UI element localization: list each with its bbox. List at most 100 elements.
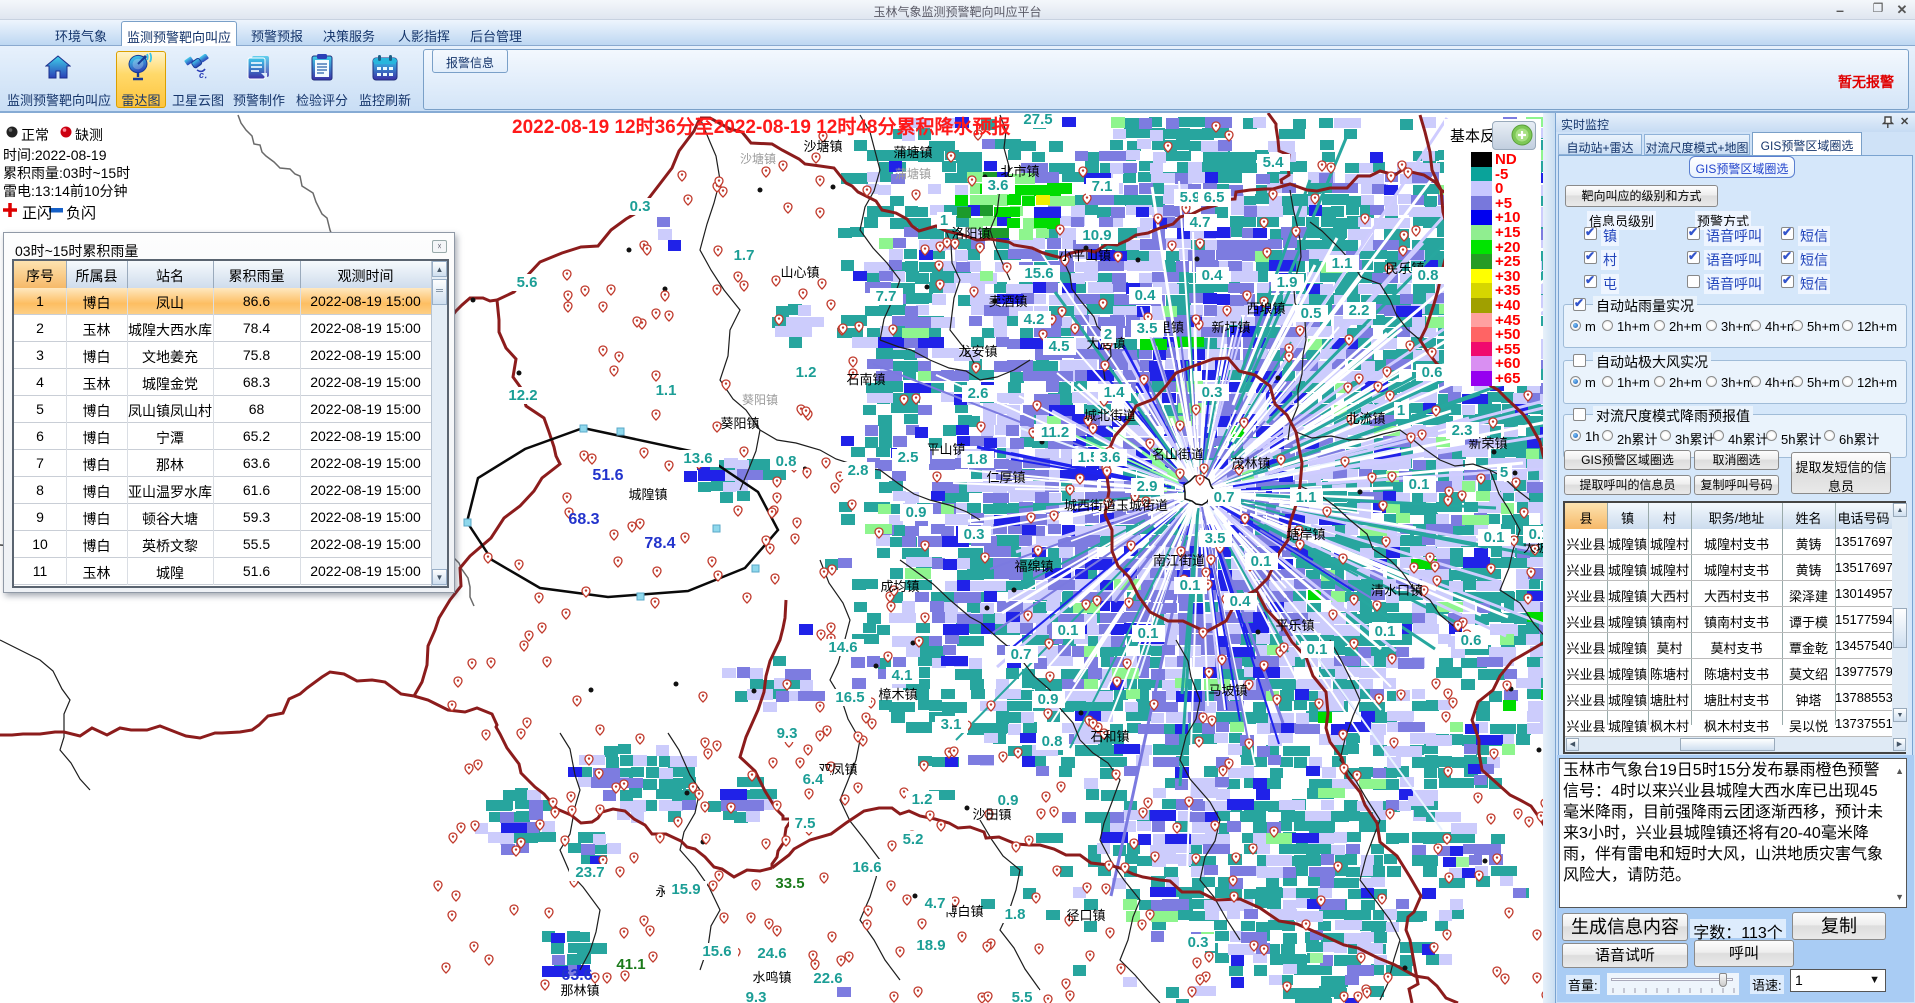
svg-text:3.6: 3.6 bbox=[1100, 449, 1121, 466]
svg-text:1.9: 1.9 bbox=[1277, 274, 1298, 291]
svg-text:蒲塘镇: 蒲塘镇 bbox=[893, 145, 932, 160]
svg-text:2: 2 bbox=[1104, 326, 1112, 343]
svg-text:0.5: 0.5 bbox=[1301, 305, 1322, 322]
svg-text:龙安镇: 龙安镇 bbox=[958, 344, 997, 359]
svg-text:7.7: 7.7 bbox=[876, 288, 897, 305]
svg-text:1.1: 1.1 bbox=[656, 382, 677, 399]
svg-text:0.1: 0.1 bbox=[1409, 476, 1430, 493]
svg-text:清水口镇: 清水口镇 bbox=[1371, 583, 1423, 598]
svg-text:15.6: 15.6 bbox=[702, 943, 731, 960]
svg-text:0.6: 0.6 bbox=[1461, 632, 1482, 649]
svg-text:0.3: 0.3 bbox=[1188, 934, 1209, 951]
svg-text:马坡镇: 马坡镇 bbox=[1208, 683, 1247, 698]
svg-text:仁厚镇: 仁厚镇 bbox=[986, 470, 1025, 485]
svg-text:33.5: 33.5 bbox=[775, 875, 804, 892]
svg-text:卖酒镇: 卖酒镇 bbox=[988, 294, 1027, 309]
svg-text:小平山镇: 小平山镇 bbox=[1059, 248, 1111, 263]
svg-text:2.6: 2.6 bbox=[968, 385, 989, 402]
svg-text:山心镇: 山心镇 bbox=[780, 265, 819, 280]
svg-text:13.6: 13.6 bbox=[683, 450, 712, 467]
svg-text:沙塘镇: 沙塘镇 bbox=[803, 139, 842, 154]
svg-text:1.8: 1.8 bbox=[1005, 906, 1026, 923]
svg-text:平山镇: 平山镇 bbox=[926, 442, 965, 457]
svg-text:0.3: 0.3 bbox=[964, 526, 985, 543]
svg-text:福绵镇: 福绵镇 bbox=[1014, 559, 1053, 574]
svg-text:5.4: 5.4 bbox=[1263, 154, 1285, 171]
svg-text:41.1: 41.1 bbox=[616, 956, 645, 973]
svg-text:6.4: 6.4 bbox=[803, 771, 825, 788]
svg-text:北流镇: 北流镇 bbox=[1346, 411, 1385, 426]
svg-text:城隍镇: 城隍镇 bbox=[628, 487, 667, 502]
svg-text:0.4: 0.4 bbox=[1230, 593, 1252, 610]
svg-text:2.2: 2.2 bbox=[1349, 302, 1370, 319]
svg-text:5.5: 5.5 bbox=[1012, 989, 1033, 1003]
svg-text:1.1: 1.1 bbox=[1332, 255, 1353, 272]
svg-text:0.1: 0.1 bbox=[1251, 553, 1272, 570]
svg-text:名山街道: 名山街道 bbox=[1152, 447, 1204, 462]
svg-text:15.6: 15.6 bbox=[1024, 265, 1053, 282]
svg-text:葵阳镇: 葵阳镇 bbox=[742, 393, 778, 407]
svg-text:石和镇: 石和镇 bbox=[1090, 729, 1129, 744]
svg-text:0.1: 0.1 bbox=[1307, 641, 1328, 658]
svg-text:沙田镇: 沙田镇 bbox=[972, 807, 1011, 822]
svg-text:51.6: 51.6 bbox=[592, 467, 623, 484]
svg-text:西埌镇: 西埌镇 bbox=[1246, 301, 1285, 316]
svg-text:城西街道玉城街道: 城西街道玉城街道 bbox=[1064, 498, 1168, 513]
svg-text:4.1: 4.1 bbox=[892, 667, 913, 684]
svg-text:c․: c․ bbox=[199, 70, 207, 80]
svg-text:成均镇: 成均镇 bbox=[880, 579, 919, 594]
svg-text:27.5: 27.5 bbox=[1023, 113, 1052, 128]
svg-text:石南镇: 石南镇 bbox=[846, 372, 885, 387]
svg-text:1.1: 1.1 bbox=[1296, 489, 1317, 506]
svg-text:22.6: 22.6 bbox=[813, 970, 842, 987]
svg-text:1.2: 1.2 bbox=[912, 791, 933, 808]
svg-text:0.1: 0.1 bbox=[1180, 577, 1201, 594]
svg-text:4.7: 4.7 bbox=[1190, 214, 1211, 231]
svg-text:0.7: 0.7 bbox=[1011, 646, 1032, 663]
svg-text:0.7: 0.7 bbox=[1214, 489, 1235, 506]
svg-text:径口镇: 径口镇 bbox=[1066, 908, 1105, 923]
svg-text:水鸣镇: 水鸣镇 bbox=[752, 970, 791, 985]
svg-text:16.6: 16.6 bbox=[852, 859, 881, 876]
svg-text:0.3: 0.3 bbox=[1202, 384, 1223, 401]
svg-text:0.9: 0.9 bbox=[998, 792, 1019, 809]
svg-text:0.1: 0.1 bbox=[1484, 529, 1505, 546]
svg-text:15.9: 15.9 bbox=[671, 881, 700, 898]
svg-text:茂林镇: 茂林镇 bbox=[1231, 456, 1270, 471]
svg-text:68.3: 68.3 bbox=[568, 511, 599, 528]
svg-text:城北街道: 城北街道 bbox=[1084, 408, 1136, 423]
svg-text:0.8: 0.8 bbox=[776, 453, 797, 470]
svg-text:1.8: 1.8 bbox=[967, 451, 988, 468]
svg-text:2.3: 2.3 bbox=[1452, 422, 1473, 439]
svg-text:0.1: 0.1 bbox=[1375, 623, 1396, 640]
svg-text:洛阳镇: 洛阳镇 bbox=[951, 226, 990, 241]
svg-text:0.9: 0.9 bbox=[906, 504, 927, 521]
svg-text:0.1: 0.1 bbox=[1138, 625, 1159, 642]
svg-text:3.5: 3.5 bbox=[1205, 530, 1226, 547]
svg-text:0.3: 0.3 bbox=[630, 198, 651, 215]
svg-text:4.2: 4.2 bbox=[1024, 311, 1045, 328]
svg-text:1.7: 1.7 bbox=[734, 247, 755, 264]
svg-text:11.2: 11.2 bbox=[1041, 424, 1069, 441]
svg-text:樟木镇: 樟木镇 bbox=[878, 687, 917, 702]
svg-text:14.6: 14.6 bbox=[828, 639, 857, 656]
svg-text:9.3: 9.3 bbox=[777, 725, 798, 742]
svg-text:9.3: 9.3 bbox=[746, 989, 767, 1003]
svg-text:0.1: 0.1 bbox=[1058, 622, 1079, 639]
svg-text:1: 1 bbox=[1397, 402, 1405, 419]
svg-text:10.9: 10.9 bbox=[1082, 227, 1111, 244]
svg-text:新圩镇: 新圩镇 bbox=[1211, 320, 1250, 335]
svg-text:3.6: 3.6 bbox=[988, 177, 1009, 194]
svg-text:1.4: 1.4 bbox=[1104, 384, 1126, 401]
svg-text:2022-08-19 12时36分至2022-08-19 1: 2022-08-19 12时36分至2022-08-19 12时48分累积降水预… bbox=[512, 115, 1010, 138]
svg-text:3.5: 3.5 bbox=[1137, 320, 1158, 337]
svg-text:2.9: 2.9 bbox=[1137, 478, 1158, 495]
svg-text:78.4: 78.4 bbox=[644, 535, 675, 552]
svg-text:蒲塘镇: 蒲塘镇 bbox=[895, 166, 931, 181]
svg-text:7.5: 7.5 bbox=[795, 815, 816, 832]
svg-text:0.9: 0.9 bbox=[1038, 691, 1059, 708]
svg-text:5.6: 5.6 bbox=[517, 274, 538, 291]
svg-text:0.8: 0.8 bbox=[1418, 267, 1439, 284]
svg-text:塘岸镇: 塘岸镇 bbox=[1286, 527, 1325, 542]
svg-text:24.6: 24.6 bbox=[757, 945, 786, 962]
